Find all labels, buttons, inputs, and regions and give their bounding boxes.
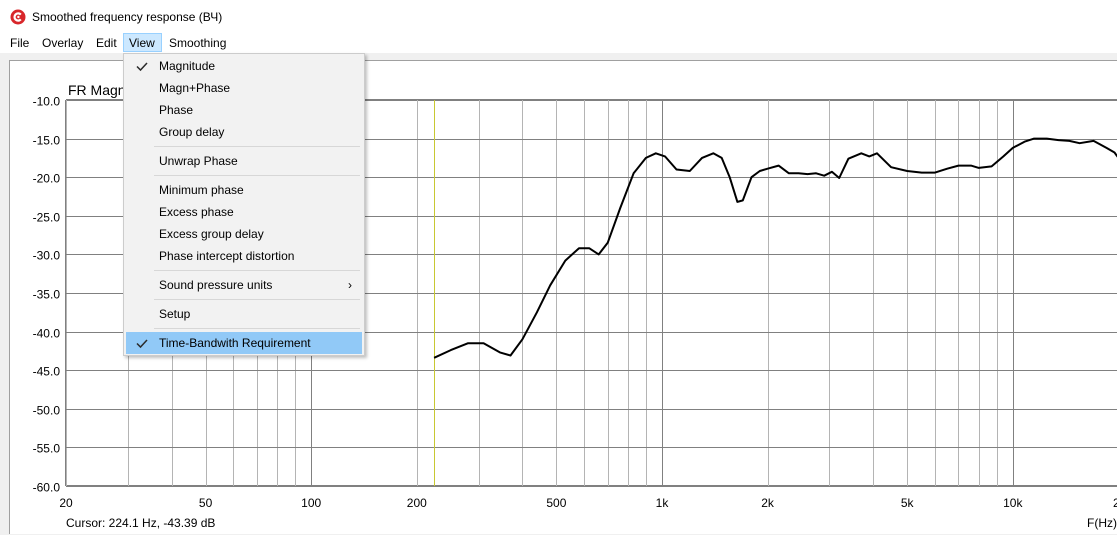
submenu-arrow-icon: › — [348, 278, 352, 292]
menu-item-group-delay[interactable]: Group delay — [126, 121, 362, 143]
menu-item-minimum-phase[interactable]: Minimum phase — [126, 179, 362, 201]
menu-item-label: Group delay — [159, 125, 225, 139]
y-tick-label: -50.0 — [33, 404, 61, 418]
menu-item-label: Sound pressure units — [159, 278, 273, 292]
x-tick-label: 10k — [1003, 496, 1023, 510]
cursor-readout: Cursor: 224.1 Hz, -43.39 dB — [66, 516, 216, 530]
x-tick-label: 5k — [901, 496, 915, 510]
menu-item-label: Excess group delay — [159, 227, 264, 241]
x-tick-label: 1k — [656, 496, 670, 510]
menu-item-label: Magn+Phase — [159, 81, 231, 95]
menu-item-label: Minimum phase — [159, 183, 244, 197]
menu-item-excess-group-delay[interactable]: Excess group delay — [126, 223, 362, 245]
menu-item-setup[interactable]: Setup — [126, 303, 362, 325]
x-tick-label: 2k — [761, 496, 775, 510]
menu-separator — [154, 328, 360, 329]
menu-item-label: Excess phase — [159, 205, 234, 219]
x-tick-label: 50 — [199, 496, 213, 510]
menu-item-magnitude[interactable]: Magnitude — [126, 55, 362, 77]
menu-item-phase-intercept-distortion[interactable]: Phase intercept distortion — [126, 245, 362, 267]
x-tick-label: 20 — [59, 496, 73, 510]
menu-separator — [154, 146, 360, 147]
view-menu-dropdown: Magnitude Magn+Phase Phase Group delay U… — [123, 53, 365, 356]
menu-separator — [154, 270, 360, 271]
menu-item-label: Phase intercept distortion — [159, 249, 295, 263]
menu-separator — [154, 299, 360, 300]
x-tick-label: 20k — [1113, 496, 1117, 510]
y-tick-label: -20.0 — [33, 172, 61, 186]
menu-item-time-bandwidth-requirement[interactable]: Time-Bandwith Requirement — [126, 332, 362, 354]
x-axis-unit: F(Hz) — [1087, 516, 1117, 530]
series-line-0 — [433, 137, 1117, 359]
menu-item-label: Magnitude — [159, 59, 216, 73]
check-icon — [136, 62, 148, 72]
menu-item-label: Unwrap Phase — [159, 154, 238, 168]
menu-item-unwrap-phase[interactable]: Unwrap Phase — [126, 150, 362, 172]
menu-item-magn-phase[interactable]: Magn+Phase — [126, 77, 362, 99]
y-tick-label: -45.0 — [33, 365, 61, 379]
y-tick-label: -30.0 — [33, 249, 61, 263]
menu-separator — [154, 175, 360, 176]
menu-item-label: Phase — [159, 103, 194, 117]
y-tick-label: -35.0 — [33, 288, 61, 302]
menu-item-sound-pressure-units[interactable]: Sound pressure units › — [126, 274, 362, 296]
y-tick-label: -60.0 — [33, 481, 61, 495]
plot-label: FR Magn — [68, 82, 126, 98]
check-icon — [136, 339, 148, 349]
y-tick-label: -15.0 — [33, 134, 61, 148]
x-tick-label: 200 — [407, 496, 427, 510]
menu-item-excess-phase[interactable]: Excess phase — [126, 201, 362, 223]
menu-item-phase[interactable]: Phase — [126, 99, 362, 121]
x-tick-label: 500 — [546, 496, 566, 510]
y-tick-label: -40.0 — [33, 327, 61, 341]
menu-item-label: Setup — [159, 307, 191, 321]
menu-item-label: Time-Bandwith Requirement — [159, 336, 311, 350]
y-tick-label: -10.0 — [33, 95, 61, 109]
x-tick-label: 100 — [301, 496, 321, 510]
y-tick-label: -55.0 — [33, 442, 61, 456]
y-tick-label: -25.0 — [33, 211, 61, 225]
